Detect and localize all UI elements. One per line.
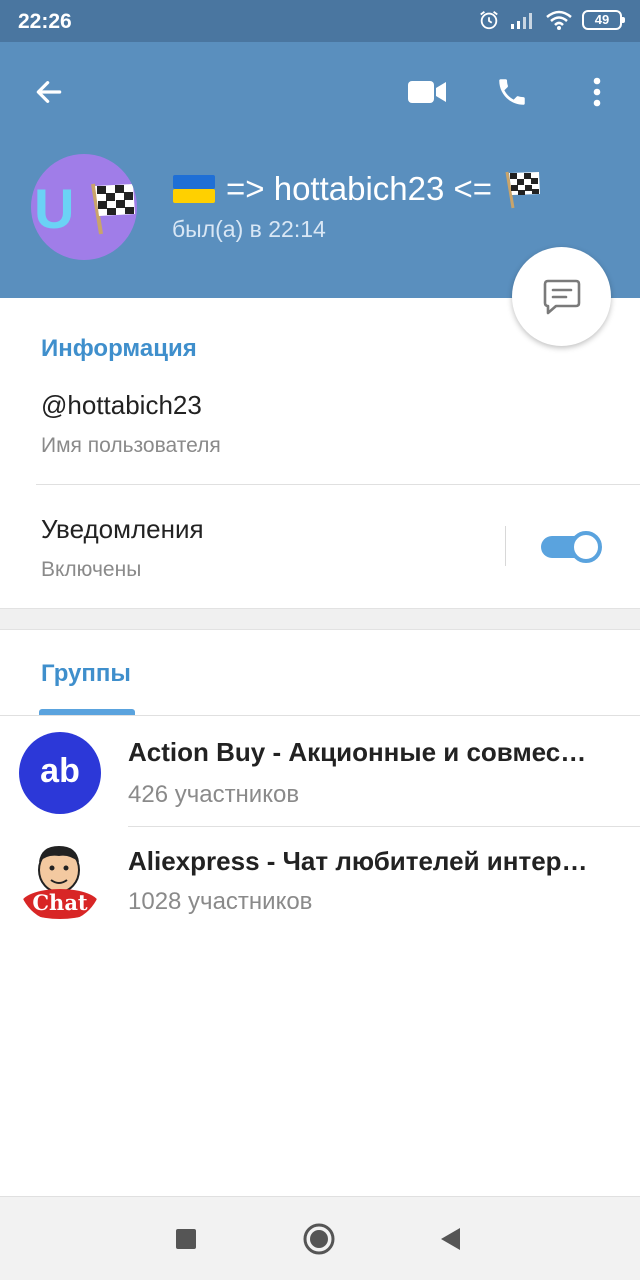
group-avatar-text: Chat — [32, 890, 88, 915]
group-item-action-buy[interactable]: ab Action Buy - Акционные и совмес… 426 … — [0, 718, 640, 826]
group-members: 1028 участников — [128, 888, 313, 915]
video-icon — [408, 81, 446, 103]
group-members: 426 участников — [128, 781, 300, 808]
profile-name: => hottabich23 <= — [172, 169, 542, 209]
vertical-divider — [505, 526, 506, 566]
profile-avatar[interactable]: U — [31, 154, 137, 260]
signal-icon — [511, 13, 532, 29]
notifications-label: Уведомления — [41, 514, 204, 544]
info-section-title: Информация — [41, 335, 197, 362]
more-vertical-icon — [593, 77, 601, 107]
section-separator — [0, 608, 640, 630]
status-time: 22:26 — [18, 10, 72, 33]
send-message-button[interactable] — [512, 247, 611, 346]
checkered-flag-icon — [91, 183, 135, 235]
tab-groups[interactable]: Группы — [41, 660, 131, 688]
ukraine-flag-icon — [173, 175, 215, 203]
username-label: Имя пользователя — [41, 434, 221, 457]
notifications-toggle[interactable] — [541, 531, 603, 563]
video-call-button[interactable] — [403, 68, 451, 116]
back-arrow-icon — [36, 81, 62, 103]
status-icons: 49 — [478, 9, 625, 31]
square-icon — [176, 1229, 196, 1249]
alarm-icon — [480, 11, 498, 30]
group-name: Action Buy - Акционные и совмес… — [128, 737, 587, 767]
voice-call-button[interactable] — [488, 68, 536, 116]
triangle-back-icon — [441, 1228, 460, 1250]
divider — [128, 826, 640, 827]
last-seen-status: был(а) в 22:14 — [172, 216, 326, 242]
profile-screen: 22:26 49 U => hottabich23 <= был(а) в 22… — [0, 0, 640, 1280]
system-nav-bar — [0, 1196, 640, 1280]
profile-name-text: => hottabich23 <= — [226, 170, 493, 207]
back-nav-button[interactable] — [430, 1219, 470, 1259]
toggle-knob — [570, 531, 602, 563]
group-avatar: ab — [19, 732, 101, 814]
battery-icon: 49 — [582, 10, 625, 30]
more-options-button[interactable] — [573, 68, 621, 116]
notifications-state: Включены — [41, 558, 142, 581]
group-avatar-text: ab — [40, 752, 80, 790]
home-button[interactable] — [299, 1219, 339, 1259]
avatar-letter: U — [34, 177, 75, 240]
message-icon — [543, 279, 580, 314]
group-avatar: Chat — [19, 840, 101, 922]
username-value: @hottabich23 — [41, 390, 202, 420]
recents-button[interactable] — [166, 1219, 206, 1259]
status-bar: 22:26 49 — [0, 0, 640, 42]
wifi-icon — [546, 10, 572, 30]
group-name: Aliexpress - Чат любителей интер… — [128, 846, 588, 876]
phone-icon — [499, 79, 525, 105]
back-button[interactable] — [25, 68, 73, 116]
checkered-flag-icon — [505, 171, 541, 209]
tabs-divider — [0, 715, 640, 716]
group-item-aliexpress[interactable]: Chat Aliexpress - Чат любителей интер… 1… — [0, 828, 640, 936]
circle-icon — [303, 1223, 335, 1255]
divider — [36, 484, 640, 485]
